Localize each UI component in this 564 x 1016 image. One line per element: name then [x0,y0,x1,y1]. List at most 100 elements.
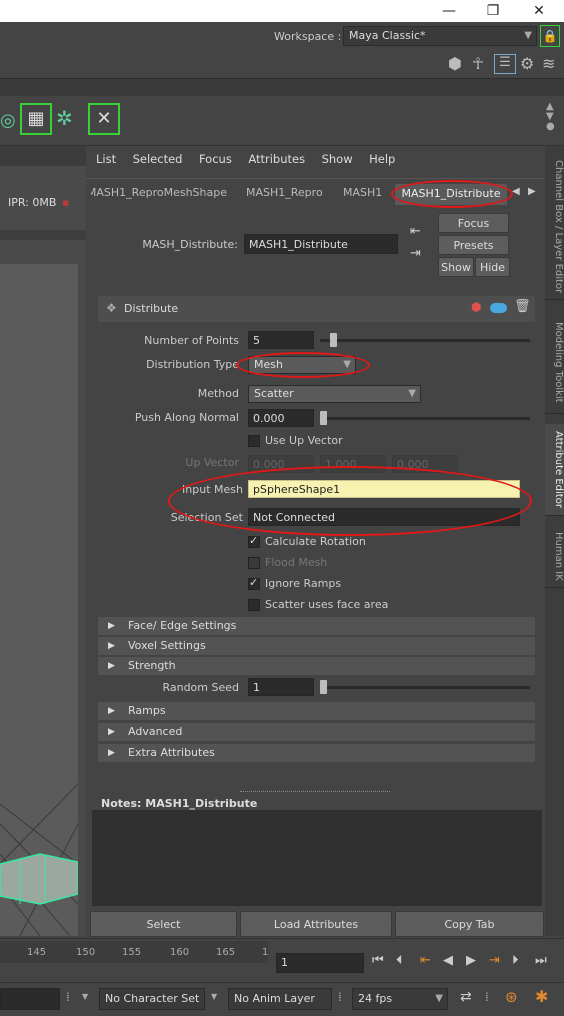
enable-toggle-icon[interactable] [490,303,507,313]
character-set-dropdown[interactable]: No Character Set [99,988,205,1010]
maximize-icon[interactable]: ❐ [470,0,516,22]
notes-drag-handle[interactable] [240,791,390,792]
mash-distribute-icon[interactable]: ✲ [56,106,73,130]
notes-label: Notes: MASH1_Distribute [101,797,258,810]
num-points-slider-knob[interactable] [330,333,337,347]
tab-human-ik[interactable]: Human IK [545,526,564,588]
up-vector-y[interactable]: 1.000 [320,455,386,473]
tab-channel-box[interactable]: Channel Box / Layer Editor [545,154,564,300]
copy-tab-button[interactable]: Copy Tab [395,911,544,937]
random-seed-field[interactable]: 1 [248,678,314,696]
menu-list[interactable]: List [96,152,116,166]
ipr-clear-icon[interactable]: ▪ [62,196,69,209]
loop-icon[interactable]: ⇄ [460,989,472,1005]
time-slider[interactable]: 145 150 155 160 165 1 [0,941,268,963]
distribute-title: Distribute [124,302,179,315]
random-seed-slider-knob[interactable] [320,680,327,694]
go-to-end-icon[interactable]: ⏭ [535,953,547,968]
notes-textarea[interactable] [92,810,542,906]
viewport-strip [0,230,86,240]
mash-network-icon[interactable]: ◎ [0,110,16,131]
shelf-scroll-icon[interactable]: ▲ ▼ ● [546,102,555,132]
num-points-slider[interactable] [320,339,530,342]
menu-selected[interactable]: Selected [133,152,183,166]
tool-settings-icon[interactable]: ⚙ [520,54,534,73]
ignore-ramps-checkbox[interactable] [248,576,260,590]
menu-help[interactable]: Help [369,152,395,166]
workspace-value: Maya Classic* [349,29,426,42]
play-backward-icon[interactable]: ◀ [443,953,453,968]
mash-tools-icon[interactable]: ✕ [88,103,120,135]
mash-node-icon[interactable]: ⬢ [471,300,481,314]
push-field[interactable]: 0.000 [248,409,314,427]
scatter-face-area-checkbox[interactable] [248,599,260,611]
tab-repro[interactable]: MASH1_Repro [246,183,323,203]
show-button[interactable]: Show [438,257,474,277]
tab-distribute[interactable]: MASH1_Distribute [395,184,507,205]
selection-set-field[interactable]: Not Connected [248,508,520,526]
load-attributes-button[interactable]: Load Attributes [240,911,392,937]
push-slider[interactable] [320,417,530,420]
viewport[interactable]: IPR: 0MB ▪ [0,146,86,936]
fps-dropdown[interactable]: 24 fps ▼ [352,988,448,1010]
chevron-down-icon[interactable]: ▼ [211,992,217,1001]
anim-layer-dropdown[interactable]: No Anim Layer [228,988,332,1010]
go-to-start-icon[interactable]: ⏮ [372,953,384,968]
random-seed-slider[interactable] [320,686,530,689]
close-icon[interactable]: ✕ [516,0,562,22]
method-dropdown[interactable]: Scatter ▼ [248,385,421,403]
frame-face-edge[interactable]: ▶ Face/ Edge Settings [98,617,535,635]
tab-mash1[interactable]: MASH1 [343,183,382,203]
current-frame-field[interactable]: 1 [276,953,364,973]
push-slider-knob[interactable] [320,411,327,425]
menu-focus[interactable]: Focus [199,152,232,166]
layers-icon[interactable]: ≋ [542,54,555,73]
dist-type-dropdown[interactable]: Mesh ▼ [248,356,356,374]
calc-rotation-checkbox[interactable] [248,534,260,548]
mash-grid-icon[interactable]: ▦ [20,103,52,135]
range-end-field[interactable] [0,988,60,1010]
use-up-vector-checkbox[interactable] [248,435,260,447]
presets-button[interactable]: Presets [438,235,509,255]
input-mesh-field[interactable]: pSphereShape1 [248,480,520,498]
attribute-editor-icon[interactable]: ☰ [494,54,516,74]
tab-repromeshshape[interactable]: MASH1_ReproMeshShape [91,183,227,203]
select-button[interactable]: Select [90,911,237,937]
go-to-output-icon[interactable]: ⇥ [410,246,421,261]
frame-advanced[interactable]: ▶ Advanced [98,723,535,741]
skeleton-icon[interactable]: ☥ [472,54,484,73]
hide-button[interactable]: Hide [475,257,510,277]
flood-mesh-checkbox[interactable] [248,557,260,569]
prev-key-icon[interactable]: ⇤ [420,953,431,968]
focus-button[interactable]: Focus [438,213,509,233]
frame-extra-attributes[interactable]: ▶ Extra Attributes [98,744,535,762]
up-vector-x[interactable]: 0.000 [248,455,314,473]
frame-strength[interactable]: ▶ Strength [98,657,535,675]
render-icon[interactable]: ⬢ [448,54,462,73]
tab-scroll-right-icon[interactable]: ▶ [528,186,536,197]
play-forward-icon[interactable]: ▶ [466,953,476,968]
character-icon[interactable]: ✱ [535,987,548,1006]
workspace-dropdown[interactable]: Maya Classic* ▼ [343,26,537,46]
trash-icon[interactable]: 🗑 [514,299,531,314]
go-to-input-icon[interactable]: ⇤ [410,224,421,239]
tab-modeling-toolkit[interactable]: Modeling Toolkit [545,312,564,414]
frame-ramps[interactable]: ▶ Ramps [98,702,535,720]
auto-key-icon[interactable]: ⊛ [505,988,518,1006]
minimize-icon[interactable]: — [426,0,472,22]
menu-attributes[interactable]: Attributes [248,152,305,166]
tab-scroll-left-icon[interactable]: ◀ [512,186,520,197]
menu-show[interactable]: Show [322,152,353,166]
frame-voxel[interactable]: ▶ Voxel Settings [98,637,535,655]
timeline[interactable]: 145 150 155 160 165 1 1 ⏮ ⏴ ⇤ ◀ ▶ ⇥ ⏵ ⏭ [0,938,564,982]
node-name-field[interactable]: MASH1_Distribute [244,234,398,254]
chevron-down-icon[interactable]: ▼ [82,992,88,1001]
lock-icon[interactable]: 🔒 [540,25,560,47]
tab-attribute-editor[interactable]: Attribute Editor [545,424,564,516]
up-vector-z[interactable]: 0.000 [392,455,458,473]
step-forward-icon[interactable]: ⏵ [512,953,519,968]
ipr-readout: IPR: 0MB [8,196,57,209]
next-key-icon[interactable]: ⇥ [489,953,500,968]
step-back-icon[interactable]: ⏴ [396,953,403,968]
num-points-field[interactable]: 5 [248,331,314,349]
